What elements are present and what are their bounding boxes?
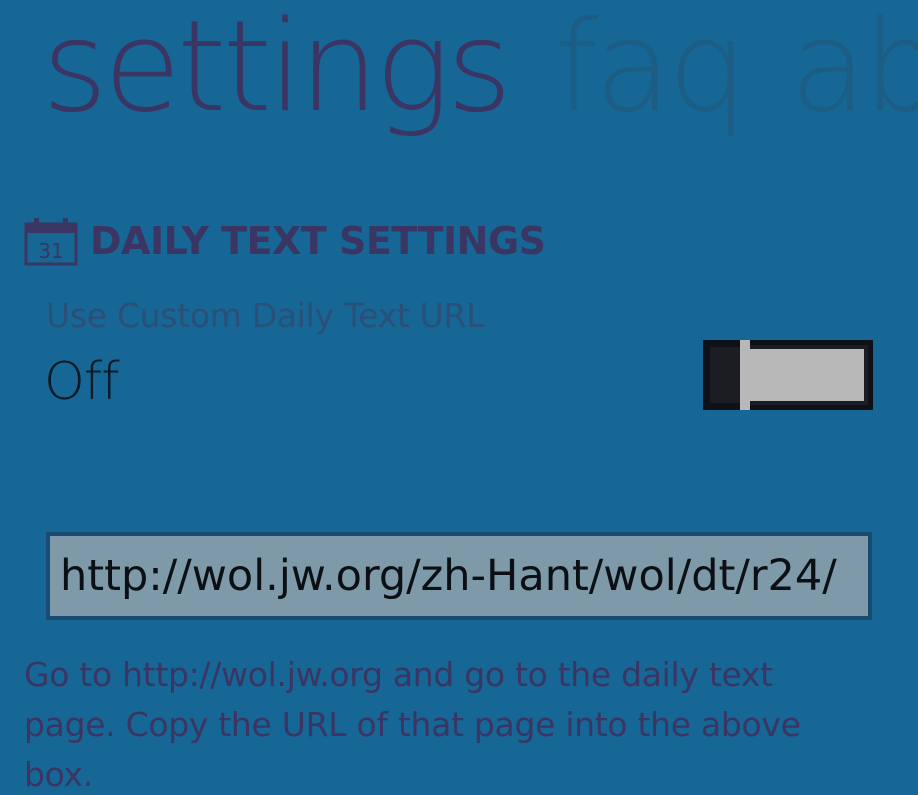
- pivot-item-about[interactable]: ab: [790, 0, 918, 140]
- custom-url-toggle-switch[interactable]: [703, 340, 873, 410]
- custom-url-toggle-label: Use Custom Daily Text URL: [46, 296, 485, 335]
- pivot-header: settings faq ab: [42, 0, 918, 142]
- custom-url-input[interactable]: [46, 532, 872, 620]
- pivot-item-settings[interactable]: settings: [42, 0, 512, 140]
- toggle-track: [742, 345, 868, 405]
- toggle-thumb[interactable]: [740, 340, 750, 410]
- calendar-icon-day: 31: [38, 239, 63, 263]
- section-title: DAILY TEXT SETTINGS: [90, 219, 546, 263]
- pivot-item-faq[interactable]: faq: [554, 0, 748, 140]
- settings-page: settings faq ab 31 DAILY TEXT SETTINGS Use…: [0, 0, 918, 795]
- toggle-fill: [710, 347, 740, 403]
- calendar-icon: 31: [24, 218, 78, 266]
- custom-url-toggle-state: Off: [44, 352, 120, 412]
- daily-text-settings-header: 31 DAILY TEXT SETTINGS: [24, 216, 546, 266]
- help-text: Go to http://wol.jw.org and go to the da…: [24, 655, 801, 794]
